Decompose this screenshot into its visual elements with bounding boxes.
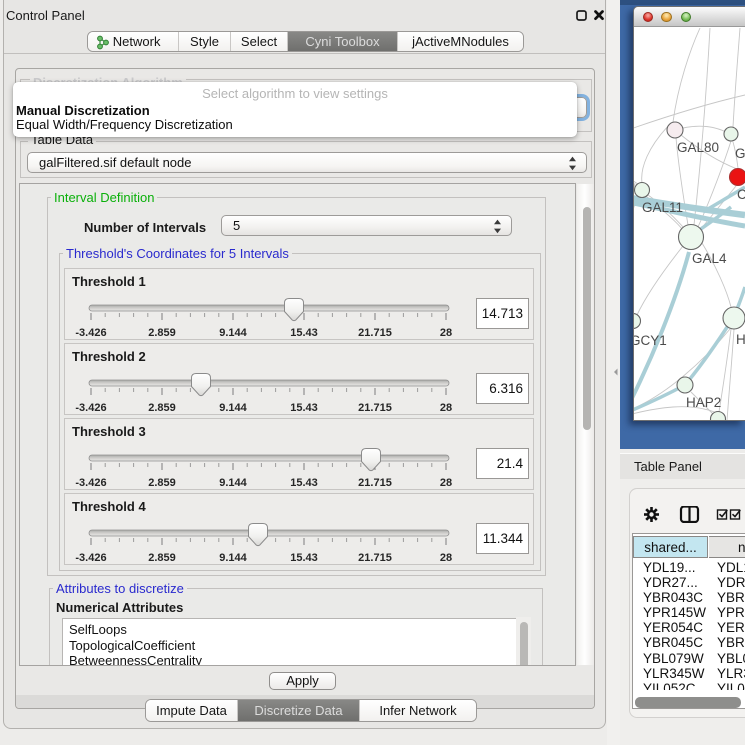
svg-text:GAL11: GAL11 xyxy=(642,200,683,215)
svg-text:-3.426: -3.426 xyxy=(75,402,106,414)
svg-text:21.715: 21.715 xyxy=(358,402,392,414)
svg-text:21.715: 21.715 xyxy=(358,327,392,339)
svg-text:C: C xyxy=(737,187,745,202)
svg-text:28: 28 xyxy=(440,402,452,414)
svg-text:2.859: 2.859 xyxy=(148,402,176,414)
svg-text:15.43: 15.43 xyxy=(290,327,318,339)
svg-text:28: 28 xyxy=(440,477,452,489)
svg-text:-3.426: -3.426 xyxy=(75,552,106,564)
svg-text:2.859: 2.859 xyxy=(148,327,176,339)
svg-text:21.715: 21.715 xyxy=(358,477,392,489)
svg-text:2.859: 2.859 xyxy=(148,477,176,489)
svg-text:9.144: 9.144 xyxy=(219,327,247,339)
svg-text:GA: GA xyxy=(735,146,745,161)
svg-text:GAL80: GAL80 xyxy=(677,140,719,155)
svg-text:28: 28 xyxy=(440,552,452,564)
svg-text:2.859: 2.859 xyxy=(148,552,176,564)
svg-text:15.43: 15.43 xyxy=(290,402,318,414)
svg-text:9.144: 9.144 xyxy=(219,402,247,414)
svg-text:HAP2: HAP2 xyxy=(686,395,721,410)
svg-text:9.144: 9.144 xyxy=(219,477,247,489)
svg-text:9.144: 9.144 xyxy=(219,552,247,564)
svg-text:GAL4: GAL4 xyxy=(692,251,727,266)
svg-text:H: H xyxy=(736,332,745,347)
svg-text:15.43: 15.43 xyxy=(290,552,318,564)
svg-text:-3.426: -3.426 xyxy=(75,477,106,489)
svg-text:GCY1: GCY1 xyxy=(634,333,667,348)
svg-text:15.43: 15.43 xyxy=(290,477,318,489)
svg-text:-3.426: -3.426 xyxy=(75,327,106,339)
svg-text:21.715: 21.715 xyxy=(358,552,392,564)
svg-text:28: 28 xyxy=(440,327,452,339)
